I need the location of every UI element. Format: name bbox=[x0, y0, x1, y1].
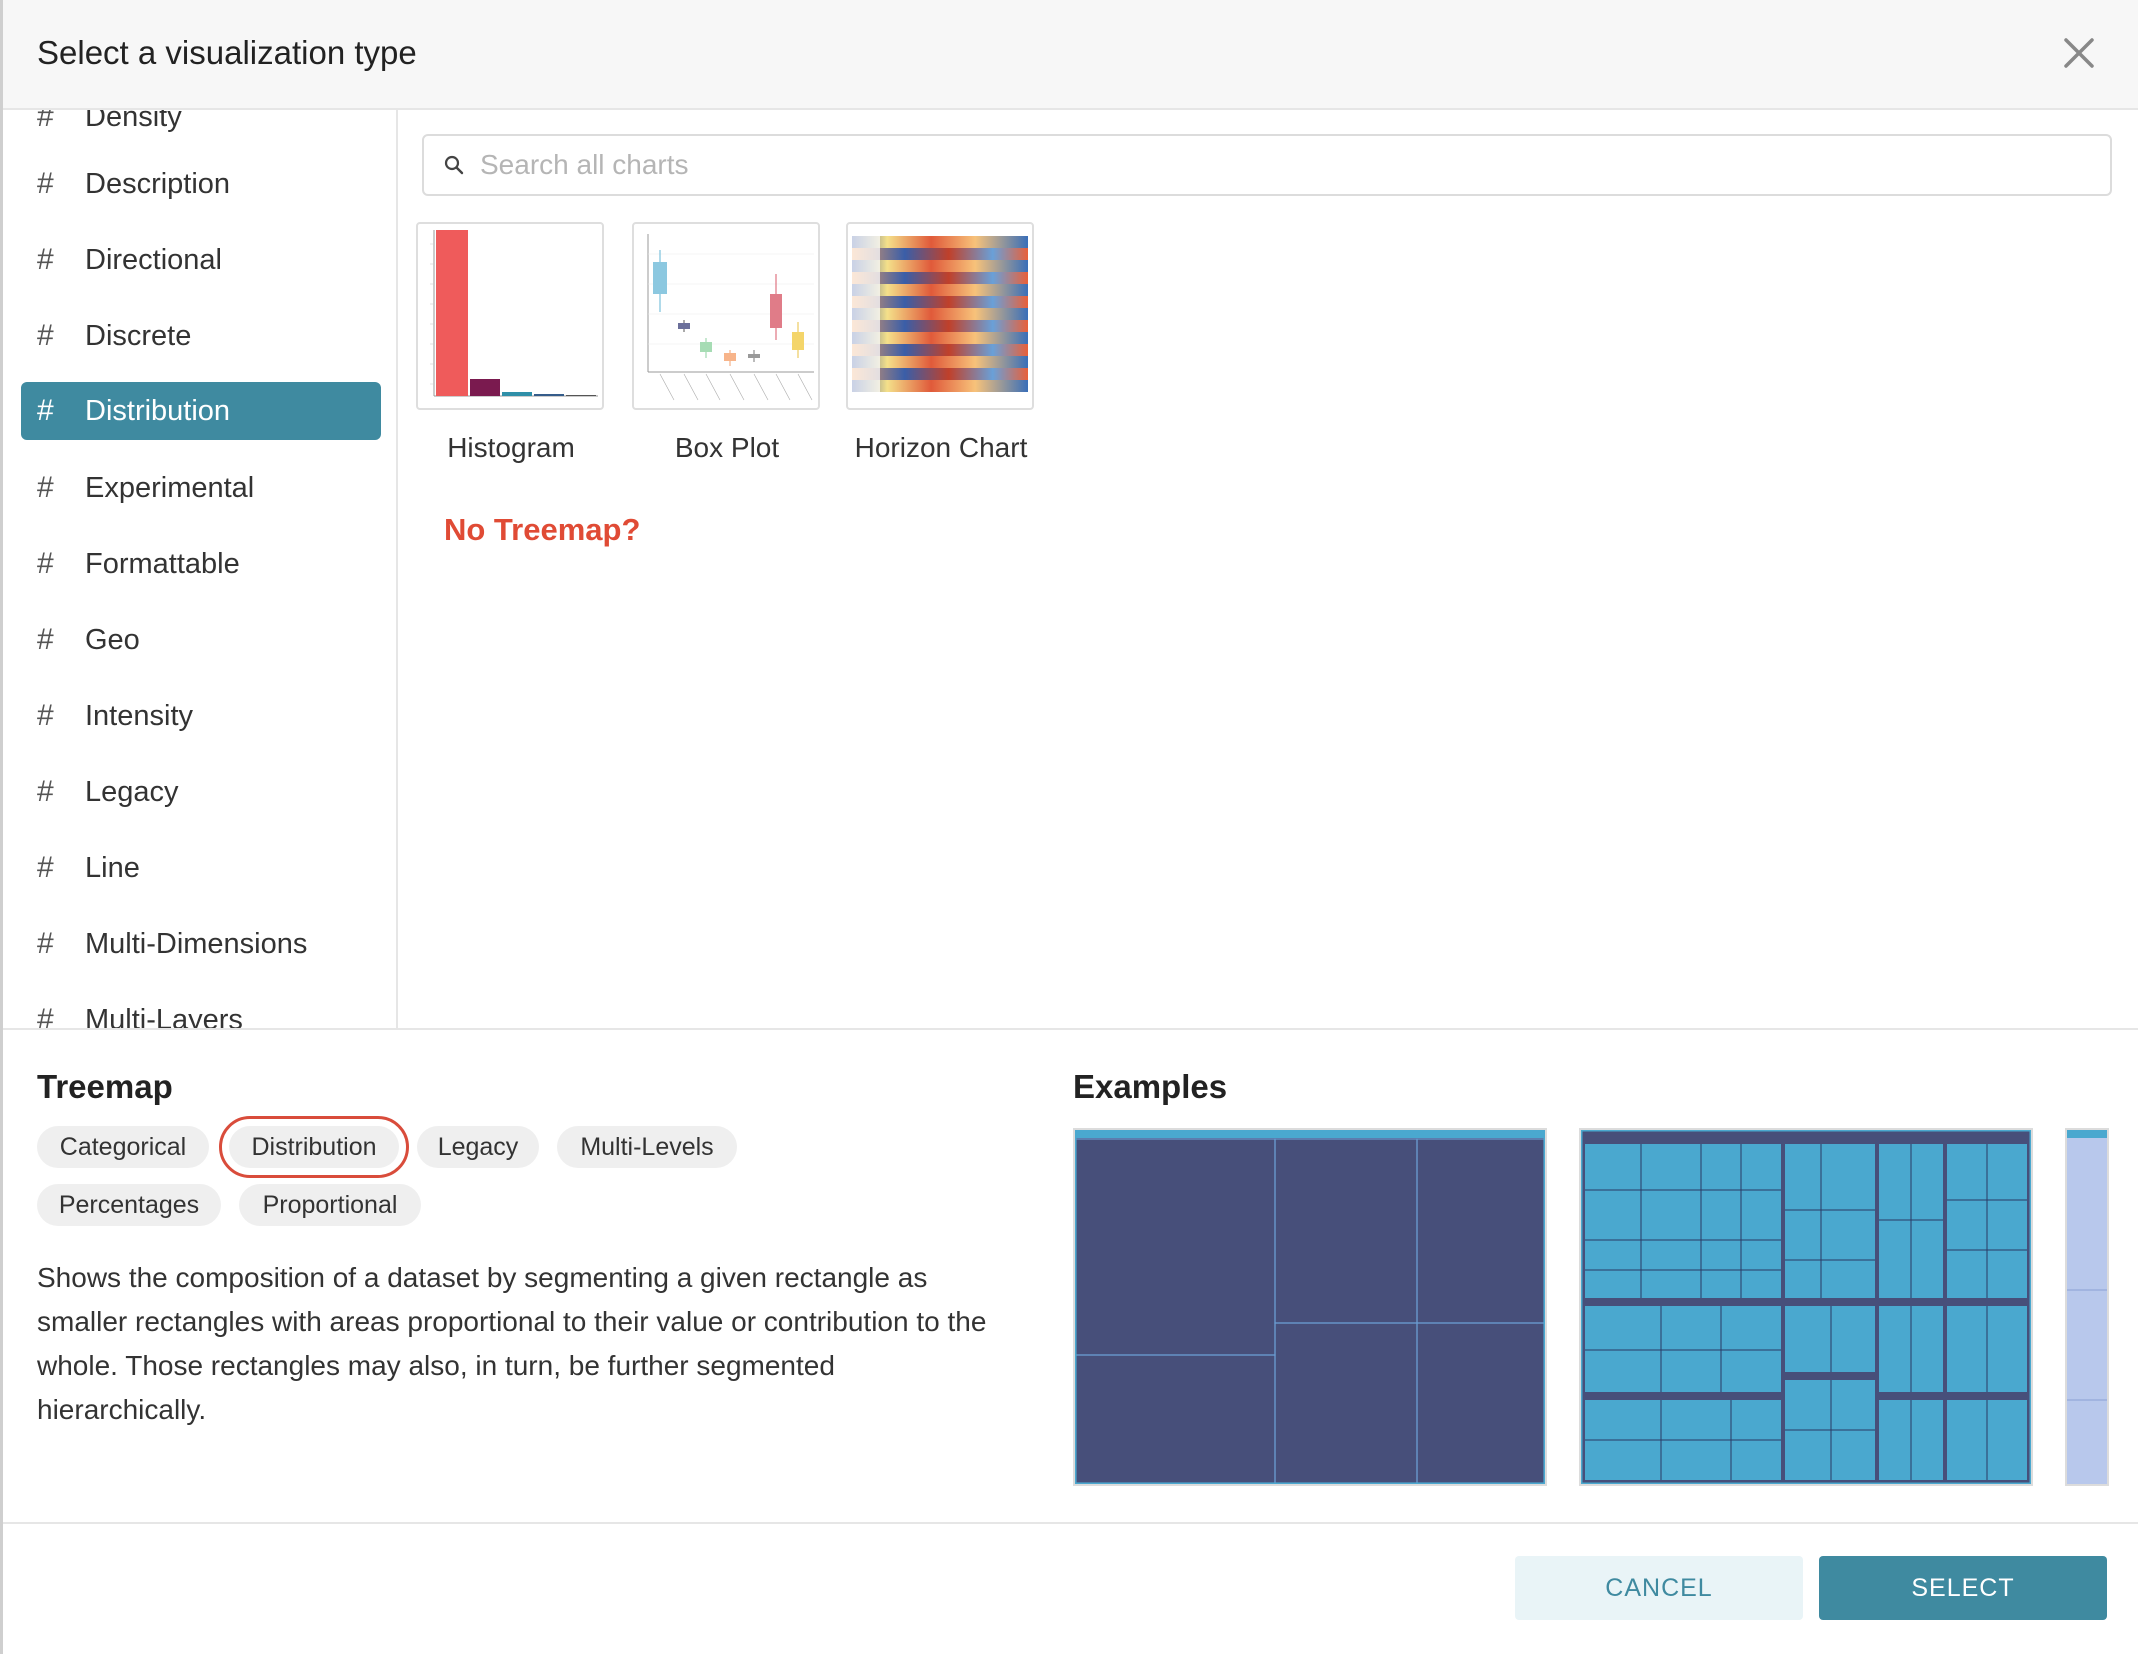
hash-icon: # bbox=[37, 547, 54, 580]
example-image-2[interactable] bbox=[1579, 1128, 2033, 1486]
sidebar-item-label: Intensity bbox=[85, 699, 193, 732]
horizon-chart-thumbnail bbox=[846, 222, 1034, 410]
hash-icon: # bbox=[37, 394, 54, 427]
cancel-button[interactable]: CANCEL bbox=[1515, 1556, 1803, 1620]
chart-tile-label: Histogram bbox=[447, 432, 575, 463]
hash-icon: # bbox=[37, 243, 54, 276]
selected-chart-title: Treemap bbox=[37, 1068, 173, 1105]
modal-footer bbox=[3, 1522, 2138, 1524]
chart-tile-box-plot[interactable]: Box Plot bbox=[632, 222, 822, 464]
sidebar-item-distribution[interactable]: # Distribution bbox=[21, 382, 381, 440]
hash-icon: # bbox=[37, 471, 54, 504]
tag-percentages[interactable]: Percentages bbox=[37, 1184, 221, 1226]
tag-proportional[interactable]: Proportional bbox=[239, 1184, 421, 1226]
sidebar-item-geo[interactable]: # Geo bbox=[21, 611, 381, 669]
treemap-example-2 bbox=[1581, 1130, 2031, 1484]
sidebar-item-label: Description bbox=[85, 167, 231, 200]
sidebar-item-directional[interactable]: # Directional bbox=[21, 231, 381, 289]
hash-icon: # bbox=[37, 110, 54, 133]
hash-icon: # bbox=[37, 167, 54, 200]
tag-legacy[interactable]: Legacy bbox=[417, 1126, 539, 1168]
sidebar-item-formattable[interactable]: # Formattable bbox=[21, 535, 381, 593]
section-divider bbox=[3, 1028, 2138, 1030]
sidebar-item-legacy[interactable]: # Legacy bbox=[21, 763, 381, 821]
chart-tile-label: Horizon Chart bbox=[854, 432, 1028, 463]
sidebar-item-multi-dimensions[interactable]: # Multi-Dimensions bbox=[21, 915, 381, 973]
treemap-example-3 bbox=[2067, 1130, 2107, 1484]
sidebar-item-label: Discrete bbox=[85, 319, 192, 352]
sidebar-item-label: Multi-Dimensions bbox=[85, 927, 308, 960]
hash-icon: # bbox=[37, 699, 54, 732]
hash-icon: # bbox=[37, 775, 54, 808]
select-button[interactable]: SELECT bbox=[1819, 1556, 2107, 1620]
tag-distribution[interactable]: Distribution bbox=[219, 1116, 409, 1178]
hash-icon: # bbox=[37, 851, 54, 884]
example-image-3[interactable] bbox=[2065, 1128, 2109, 1486]
box-plot-thumbnail bbox=[632, 222, 820, 410]
examples-title: Examples bbox=[1073, 1068, 1228, 1105]
visualization-modal: Select a visualization type # Density # De… bbox=[0, 0, 2138, 1654]
category-sidebar[interactable]: # Density # Description # Directional # Disc… bbox=[3, 110, 398, 1028]
histogram-thumbnail bbox=[416, 222, 604, 410]
sidebar-item-label: Density bbox=[85, 110, 182, 133]
no-treemap-annotation: No Treemap? bbox=[444, 512, 641, 547]
search-input[interactable] bbox=[478, 148, 2082, 182]
search-icon bbox=[444, 155, 464, 175]
modal-title: Select a visualization type bbox=[37, 34, 417, 71]
sidebar-item-label: Distribution bbox=[85, 394, 231, 427]
tag-categorical[interactable]: Categorical bbox=[37, 1126, 209, 1168]
sidebar-item-intensity[interactable]: # Intensity bbox=[21, 687, 381, 745]
chart-tile-horizon-chart[interactable]: Horizon Chart bbox=[846, 222, 1036, 464]
hash-icon: # bbox=[37, 927, 54, 960]
chart-description: Shows the composition of a dataset by se… bbox=[37, 1262, 987, 1425]
chart-tile-label: Box Plot bbox=[674, 432, 780, 463]
sidebar-item-density[interactable]: # Density bbox=[21, 110, 381, 146]
sidebar-item-label: Formattable bbox=[85, 547, 240, 580]
sidebar-item-experimental[interactable]: # Experimental bbox=[21, 459, 381, 517]
hash-icon: # bbox=[37, 319, 54, 352]
sidebar-item-label: Directional bbox=[85, 243, 222, 276]
chart-gallery: Histogram bbox=[398, 110, 2138, 1028]
chart-tile-histogram[interactable]: Histogram bbox=[416, 222, 606, 464]
search-box[interactable] bbox=[422, 134, 2112, 196]
tag-multi-levels[interactable]: Multi-Levels bbox=[557, 1126, 737, 1168]
sidebar-item-label: Legacy bbox=[85, 775, 179, 808]
example-image-1[interactable] bbox=[1073, 1128, 1547, 1486]
hash-icon: # bbox=[37, 623, 54, 656]
sidebar-item-multi-layers[interactable]: # Multi-Layers bbox=[21, 991, 381, 1028]
sidebar-item-label: Multi-Layers bbox=[85, 1003, 243, 1029]
sidebar-item-discrete[interactable]: # Discrete bbox=[21, 307, 381, 365]
sidebar-item-label: Geo bbox=[85, 623, 140, 656]
sidebar-item-label: Experimental bbox=[85, 471, 255, 504]
sidebar-item-description[interactable]: # Description bbox=[21, 155, 381, 213]
treemap-example-1 bbox=[1075, 1130, 1545, 1484]
close-icon[interactable] bbox=[2056, 30, 2102, 76]
sidebar-item-label: Line bbox=[85, 851, 140, 884]
sidebar-item-line[interactable]: # Line bbox=[21, 839, 381, 897]
hash-icon: # bbox=[37, 1003, 54, 1028]
modal-header: Select a visualization type bbox=[3, 0, 2138, 110]
